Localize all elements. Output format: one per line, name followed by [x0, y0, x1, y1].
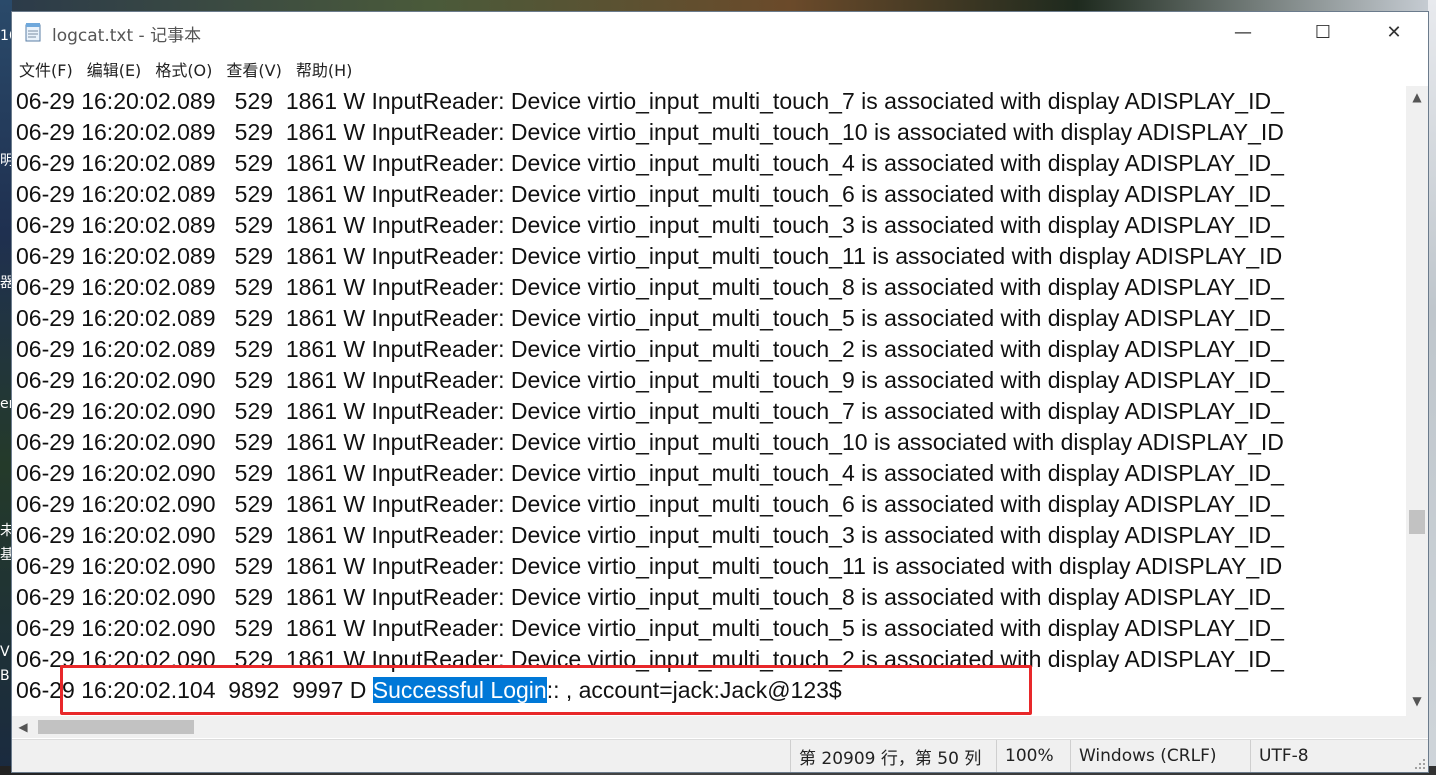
desktop-icon-label: V [0, 644, 10, 660]
log-line: 06-29 16:20:02.089 529 1861 W InputReade… [16, 181, 1284, 207]
log-line: 06-29 16:20:02.089 529 1861 W InputReade… [16, 305, 1284, 331]
log-line: 06-29 16:20:02.090 529 1861 W InputReade… [16, 398, 1284, 424]
window-title: logcat.txt - 记事本 [52, 26, 202, 46]
minimize-icon: — [1234, 21, 1252, 43]
maximize-icon: ☐ [1314, 21, 1332, 43]
close-icon: ✕ [1386, 21, 1402, 43]
menu-help[interactable]: 帮助(H) [289, 56, 360, 82]
desktop-icon-label: B [0, 668, 10, 684]
horizontal-scrollbar[interactable]: ◀ [12, 716, 1406, 738]
menu-view[interactable]: 查看(V) [219, 56, 288, 82]
maximize-button[interactable]: ☐ [1288, 12, 1358, 52]
log-line: 06-29 16:20:02.089 529 1861 W InputReade… [16, 274, 1284, 300]
log-line: 06-29 16:20:02.090 529 1861 W InputReade… [16, 584, 1284, 610]
desktop-background-right [1428, 0, 1436, 775]
vertical-scroll-thumb[interactable] [1409, 510, 1425, 534]
cursor-position: 第 20909 行，第 50 列 [790, 740, 1000, 772]
encoding: UTF-8 [1250, 740, 1420, 772]
log-line: 06-29 16:20:02.089 529 1861 W InputReade… [16, 212, 1284, 238]
log-line: 06-29 16:20:02.090 529 1861 W InputReade… [16, 491, 1284, 517]
menu-edit[interactable]: 编辑(E) [80, 56, 149, 82]
zoom-level: 100% [996, 740, 1068, 772]
notepad-window: logcat.txt - 记事本 — ☐ ✕ 文件(F) 编辑(E) 格式(O)… [11, 11, 1429, 773]
log-line: 06-29 16:20:02.090 529 1861 W InputReade… [16, 367, 1284, 393]
log-line: 06-29 16:20:02.090 529 1861 W InputReade… [16, 615, 1284, 641]
log-line: 06-29 16:20:02.089 529 1861 W InputReade… [16, 88, 1284, 114]
log-line: 06-29 16:20:02.089 529 1861 W InputReade… [16, 119, 1284, 145]
log-line: 06-29 16:20:02.090 529 1861 W InputReade… [16, 429, 1284, 455]
menu-bar: 文件(F) 编辑(E) 格式(O) 查看(V) 帮助(H) [12, 55, 1428, 83]
log-line: 06-29 16:20:02.090 529 1861 W InputReade… [16, 553, 1283, 579]
minimize-button[interactable]: — [1208, 12, 1278, 52]
status-bar: 第 20909 行，第 50 列 100% Windows (CRLF) UTF… [12, 739, 1428, 772]
horizontal-scroll-thumb[interactable] [38, 720, 194, 734]
log-line: 06-29 16:20:02.089 529 1861 W InputReade… [16, 150, 1284, 176]
log-line: 06-29 16:20:02.089 529 1861 W InputReade… [16, 243, 1283, 269]
log-line: 06-29 16:20:02.089 529 1861 W InputReade… [16, 336, 1284, 362]
scroll-left-icon[interactable]: ◀ [12, 716, 34, 738]
log-line: 06-29 16:20:02.090 529 1861 W InputReade… [16, 522, 1284, 548]
red-annotation-box [60, 665, 1032, 715]
title-bar[interactable]: logcat.txt - 记事本 — ☐ ✕ [12, 12, 1428, 52]
log-line: 06-29 16:20:02.090 529 1861 W InputReade… [16, 460, 1284, 486]
scroll-down-icon[interactable]: ▼ [1406, 690, 1428, 712]
resize-grip-icon[interactable] [1414, 758, 1426, 770]
notepad-icon [25, 23, 41, 42]
scrollbar-corner [1406, 716, 1428, 738]
menu-format[interactable]: 格式(O) [148, 56, 219, 82]
close-button[interactable]: ✕ [1359, 12, 1429, 52]
scroll-up-icon[interactable]: ▲ [1406, 86, 1428, 108]
text-editor-area[interactable]: 06-29 16:20:02.089 529 1861 W InputReade… [12, 86, 1406, 716]
vertical-scrollbar[interactable]: ▲ ▼ [1406, 86, 1428, 716]
menu-file[interactable]: 文件(F) [12, 56, 80, 82]
line-ending: Windows (CRLF) [1070, 740, 1248, 772]
